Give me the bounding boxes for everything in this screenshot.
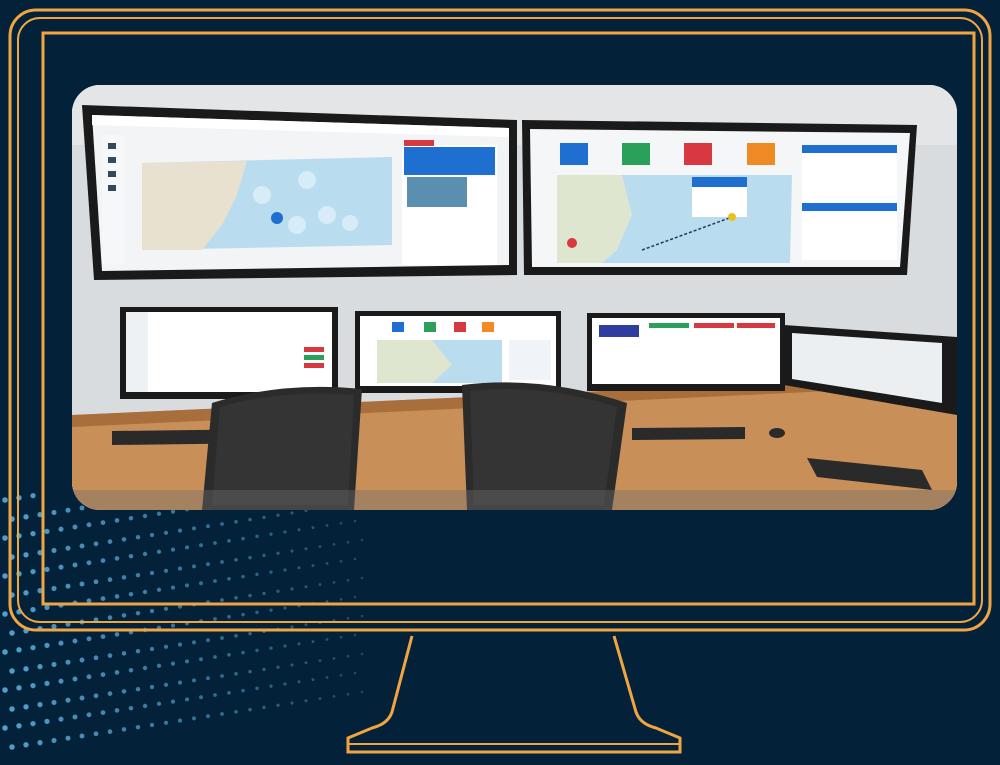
monitor-stand xyxy=(346,635,682,754)
desk-monitor-2 xyxy=(355,311,561,393)
desk-monitor-3 xyxy=(587,313,785,391)
wall-screen-right xyxy=(522,120,917,275)
mouse xyxy=(769,428,785,438)
desk-monitor-1 xyxy=(120,307,338,399)
wall-screen-left xyxy=(82,105,517,280)
keyboard-center xyxy=(632,427,745,440)
control-room-photo xyxy=(72,85,957,510)
